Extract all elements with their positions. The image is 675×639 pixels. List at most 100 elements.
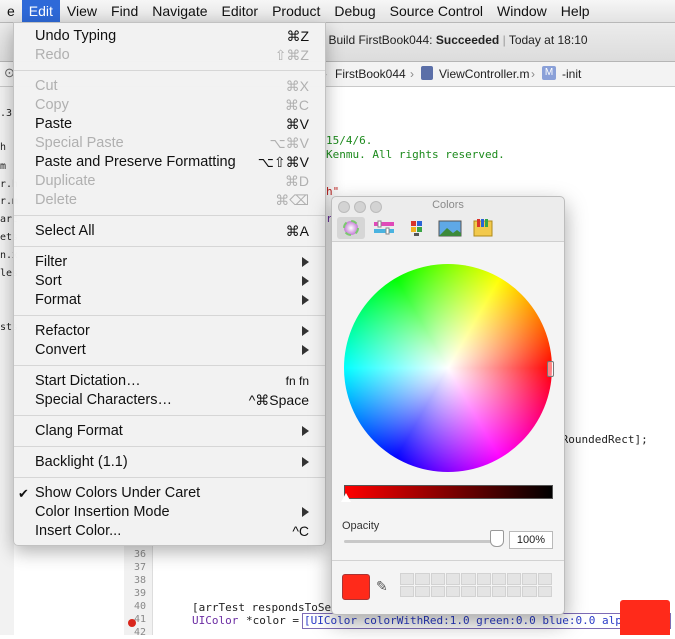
colors-panel-body: Opacity 100% ✎ <box>332 242 564 614</box>
menu-item-shortcut: ⌘C <box>284 97 309 113</box>
jump-symbol[interactable]: -init <box>562 67 581 81</box>
swatch-slot[interactable] <box>537 573 552 585</box>
jump-file[interactable]: ViewController.m <box>439 67 529 81</box>
error-icon[interactable] <box>128 619 136 627</box>
swatch-slot[interactable] <box>522 573 537 585</box>
submenu-arrow-icon <box>302 507 309 517</box>
menu-item-shortcut: ^C <box>292 523 309 539</box>
color-wheel-indicator[interactable] <box>547 361 554 377</box>
menu-debug[interactable]: Debug <box>327 0 382 22</box>
custom-color-swatches[interactable] <box>400 573 552 597</box>
menu-item-delete[interactable]: Delete ⌘⌫ <box>14 191 325 210</box>
menu-item-shortcut: ⌘⌫ <box>275 192 309 208</box>
swatch-slot[interactable] <box>507 585 522 597</box>
swatch-slot[interactable] <box>537 585 552 597</box>
menu-partial-xcode[interactable]: e <box>0 0 22 22</box>
nav-fragment: .3 <box>0 108 13 119</box>
submenu-arrow-icon <box>302 426 309 436</box>
menu-item-label: Sort <box>35 273 62 289</box>
tab-crayons[interactable] <box>469 217 497 239</box>
code-color-expression[interactable]: [UIColor colorWithRed:1.0 green:0.0 blue… <box>304 614 668 627</box>
nav-fragment: h <box>0 142 7 153</box>
swatch-slot[interactable] <box>507 573 522 585</box>
menu-separator <box>14 477 325 478</box>
menu-edit[interactable]: Edit <box>21 0 60 22</box>
menu-item-paste-preserve-formatting[interactable]: Paste and Preserve Formatting ⌥⇧⌘V <box>14 153 325 172</box>
opacity-slider-track[interactable] <box>344 540 496 543</box>
swatch-slot[interactable] <box>491 573 507 585</box>
menu-item-cut[interactable]: Cut ⌘X <box>14 77 325 96</box>
menu-item-label: Delete <box>35 192 77 208</box>
colors-title-bar[interactable]: Colors <box>332 197 564 215</box>
menu-item-redo[interactable]: Redo ⇧⌘Z <box>14 46 325 65</box>
menu-navigate[interactable]: Navigate <box>145 0 214 22</box>
swatch-slot[interactable] <box>430 585 445 597</box>
menu-product[interactable]: Product <box>265 0 327 22</box>
build-timestamp: Today at 18:10 <box>508 33 588 47</box>
menu-editor[interactable]: Editor <box>215 0 266 22</box>
current-color-well[interactable] <box>342 574 370 600</box>
eyedropper-icon[interactable]: ✎ <box>376 578 388 595</box>
menu-item-paste[interactable]: Paste ⌘V <box>14 115 325 134</box>
nav-fragment: m <box>0 161 7 172</box>
swatch-slot[interactable] <box>476 585 491 597</box>
menu-view[interactable]: View <box>60 0 104 22</box>
color-preview-swatch <box>620 600 670 635</box>
submenu-arrow-icon <box>302 257 309 267</box>
menu-item-duplicate[interactable]: Duplicate ⌘D <box>14 172 325 191</box>
menu-help[interactable]: Help <box>554 0 597 22</box>
opacity-field[interactable]: 100% <box>509 531 553 549</box>
menu-item-shortcut: ⇧⌘Z <box>274 47 309 63</box>
menu-item-format[interactable]: Format <box>14 291 325 310</box>
swatch-slot[interactable] <box>522 585 537 597</box>
menu-item-special-characters[interactable]: Special Characters… ^⌘Space <box>14 391 325 410</box>
swatch-slot[interactable] <box>400 585 415 597</box>
menu-find[interactable]: Find <box>104 0 145 22</box>
menu-item-convert[interactable]: Convert <box>14 341 325 360</box>
menu-item-label: Insert Color... <box>35 523 122 539</box>
menu-item-insert-color[interactable]: Insert Color... ^C <box>14 522 325 541</box>
menu-item-start-dictation[interactable]: Start Dictation… fn fn <box>14 372 325 391</box>
file-icon <box>421 66 433 80</box>
swatch-slot[interactable] <box>430 573 445 585</box>
menu-item-sort[interactable]: Sort <box>14 272 325 291</box>
tab-image-palettes[interactable] <box>436 217 464 239</box>
menu-item-show-colors-under-caret[interactable]: ✔ Show Colors Under Caret <box>14 484 325 503</box>
menu-item-filter[interactable]: Filter <box>14 253 325 272</box>
menu-item-color-insertion-mode[interactable]: Color Insertion Mode <box>14 503 325 522</box>
swatch-slot[interactable] <box>400 573 415 585</box>
swatch-slot[interactable] <box>476 573 491 585</box>
menu-item-refactor[interactable]: Refactor <box>14 322 325 341</box>
colors-mode-tabs <box>332 215 564 242</box>
brightness-slider[interactable] <box>344 485 553 499</box>
swatch-slot[interactable] <box>461 573 476 585</box>
menu-separator <box>14 70 325 71</box>
menu-item-undo-typing[interactable]: Undo Typing ⌘Z <box>14 27 325 46</box>
swatch-slot[interactable] <box>491 585 507 597</box>
tab-color-sliders[interactable] <box>370 217 398 239</box>
menu-item-backlight[interactable]: Backlight (1.1) <box>14 453 325 472</box>
swatch-slot[interactable] <box>461 585 476 597</box>
menu-item-special-paste[interactable]: Special Paste ⌥⌘V <box>14 134 325 153</box>
jump-project[interactable]: FirstBook044 <box>335 67 406 81</box>
opacity-slider-knob[interactable] <box>490 530 504 547</box>
tab-color-wheel[interactable] <box>337 217 365 239</box>
swatch-slot[interactable] <box>445 585 461 597</box>
swatch-slot[interactable] <box>415 573 430 585</box>
color-wheel[interactable] <box>344 264 552 472</box>
menu-window[interactable]: Window <box>490 0 554 22</box>
menu-item-label: Clang Format <box>35 423 123 439</box>
submenu-arrow-icon <box>302 326 309 336</box>
menu-item-copy[interactable]: Copy ⌘C <box>14 96 325 115</box>
swatch-slot[interactable] <box>445 573 461 585</box>
menu-source-control[interactable]: Source Control <box>383 0 490 22</box>
menu-separator <box>14 415 325 416</box>
tab-color-palettes[interactable] <box>403 217 431 239</box>
code-color-var: *color = <box>246 614 299 627</box>
brightness-slider-knob[interactable] <box>341 493 351 502</box>
menu-item-select-all[interactable]: Select All ⌘A <box>14 222 325 241</box>
menu-item-label: Color Insertion Mode <box>35 504 170 520</box>
swatch-slot[interactable] <box>415 585 430 597</box>
menu-item-clang-format[interactable]: Clang Format <box>14 422 325 441</box>
menu-item-shortcut: fn fn <box>285 374 309 388</box>
